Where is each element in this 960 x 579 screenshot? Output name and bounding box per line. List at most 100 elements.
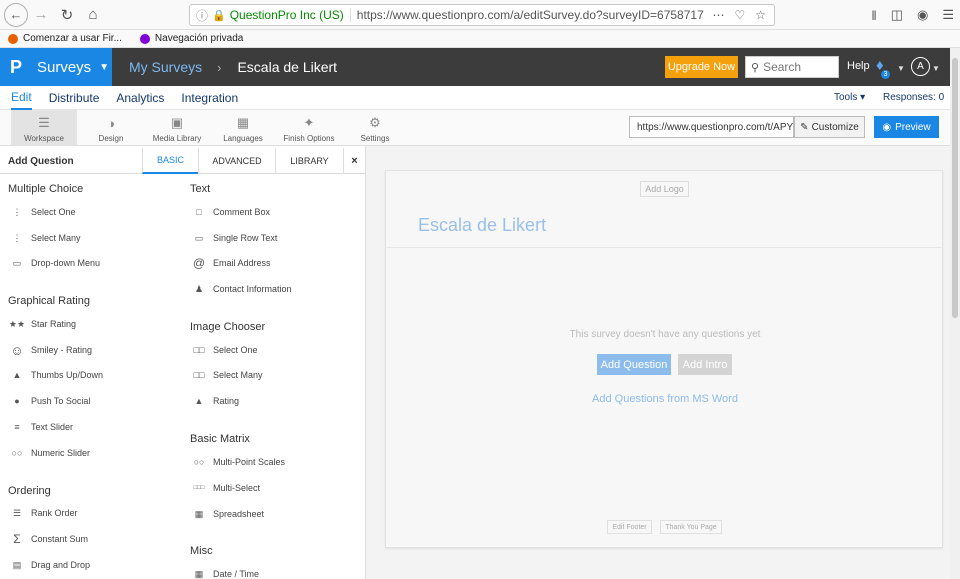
bookmark-firefox[interactable]: Comenzar a usar Fir... <box>8 33 122 44</box>
question-type-email[interactable]: @ Email Address <box>190 256 271 270</box>
question-type-select-many[interactable]: ⋮ Select Many <box>8 231 81 245</box>
upgrade-now-button[interactable]: Upgrade Now <box>665 56 738 78</box>
question-type-image-rating[interactable]: ▲ Rating <box>190 394 239 408</box>
site-identity[interactable]: QuestionPro Inc (US) <box>230 8 351 22</box>
section-multiple-choice: Multiple Choice <box>8 183 84 195</box>
scrollbar-thumb[interactable] <box>952 58 958 318</box>
close-panel-button[interactable]: × <box>343 148 365 174</box>
slider-icon: ≡ <box>14 422 20 432</box>
question-type-text-slider[interactable]: ≡ Text Slider <box>8 420 73 434</box>
tool-finish-options[interactable]: ✦ Finish Options <box>278 110 340 146</box>
rank-order-icon: ☰ <box>12 507 22 518</box>
tab-integration[interactable]: Integration <box>181 86 238 110</box>
add-logo-button[interactable]: Add Logo <box>640 181 689 197</box>
tab-edit[interactable]: Edit <box>11 86 32 110</box>
single-row-icon: ▭ <box>194 232 204 243</box>
tool-settings[interactable]: ⚙ Settings <box>352 110 398 146</box>
edit-footer-button[interactable]: Edit Footer <box>607 520 652 534</box>
tool-media-library[interactable]: ▣ Media Library <box>146 110 208 146</box>
search-icon: ⚲ <box>751 61 760 74</box>
info-icon[interactable]: ⓘ <box>196 7 208 24</box>
tab-analytics[interactable]: Analytics <box>116 86 164 110</box>
tab-advanced[interactable]: ADVANCED <box>198 148 275 174</box>
question-type-rank-order[interactable]: ☰ Rank Order <box>8 506 78 520</box>
question-type-constant-sum[interactable]: Σ Constant Sum <box>8 532 88 546</box>
section-text: Text <box>190 183 211 195</box>
tools-menu[interactable]: Tools ▾ <box>834 92 865 103</box>
tab-basic[interactable]: BASIC <box>142 148 198 174</box>
question-type-contact[interactable]: ♟ Contact Information <box>190 282 292 296</box>
tool-design[interactable]: ◑ Design <box>86 110 136 146</box>
responses-count[interactable]: Responses: 0 <box>883 92 944 103</box>
drag-drop-icon: ▤ <box>12 559 22 570</box>
add-intro-button[interactable]: Add Intro <box>678 354 732 375</box>
editor-toolbar: ☰ Workspace ◑ Design ▣ Media Library ▦ L… <box>0 110 950 146</box>
calendar-icon: ▦ <box>194 568 204 579</box>
image-icon: ▣ <box>170 115 184 130</box>
add-from-ms-word-link[interactable]: Add Questions from MS Word <box>386 393 944 405</box>
wand-icon: ✦ <box>303 115 315 130</box>
url-bar[interactable]: ⓘ 🔒 QuestionPro Inc (US) https://www.que… <box>189 4 775 26</box>
question-type-image-select-one[interactable]: □□ Select One <box>190 343 258 357</box>
divider <box>386 247 944 248</box>
question-type-comment-box[interactable]: □ Comment Box <box>190 205 270 219</box>
firefox-icon <box>8 33 18 44</box>
library-icon[interactable]: ‖ <box>871 8 876 23</box>
question-type-image-select-many[interactable]: □□ Select Many <box>190 368 263 382</box>
dropdown-icon: ▭ <box>12 257 22 268</box>
question-type-spreadsheet[interactable]: ▦ Spreadsheet <box>190 507 264 521</box>
question-type-multi-select[interactable]: □□□ Multi-Select <box>190 481 260 495</box>
add-question-button[interactable]: Add Question <box>597 354 671 375</box>
pocket-icon[interactable]: ♡ <box>734 8 745 22</box>
preview-button[interactable]: ◉ Preview <box>874 116 939 138</box>
forward-icon[interactable]: → <box>28 2 54 28</box>
eye-icon: ◉ <box>882 121 892 133</box>
avatar[interactable]: A <box>911 57 930 76</box>
question-type-dropdown[interactable]: ▭ Drop-down Menu <box>8 256 100 270</box>
image-select-icon: □□ <box>193 345 205 355</box>
panel-title: Add Question <box>8 156 74 167</box>
page-actions-icon[interactable]: ⋯ <box>712 8 724 22</box>
product-switcher[interactable]: P Surveys ▼ <box>0 48 112 86</box>
question-type-single-row[interactable]: ▭ Single Row Text <box>190 231 278 245</box>
bookmark-star-icon[interactable]: ☆ <box>755 8 766 22</box>
radio-icon: ⋮ <box>12 206 22 217</box>
survey-url-field[interactable]: https://www.questionpro.com/t/APY <box>629 116 794 138</box>
thank-you-page-button[interactable]: Thank You Page <box>660 520 722 534</box>
page-scrollbar[interactable] <box>950 48 960 579</box>
search-input[interactable]: ⚲ Search <box>745 56 839 78</box>
help-link[interactable]: Help <box>847 60 870 72</box>
reload-icon[interactable]: ↻ <box>54 2 80 28</box>
customize-button[interactable]: ✎ Customize <box>794 116 865 138</box>
question-type-drag-drop[interactable]: ▤ Drag and Drop <box>8 558 90 572</box>
question-type-select-one[interactable]: ⋮ Select One <box>8 205 76 219</box>
tool-workspace[interactable]: ☰ Workspace <box>11 110 77 146</box>
back-icon[interactable]: ← <box>4 2 28 27</box>
multi-select-icon: □□□ <box>193 485 205 491</box>
pencil-icon: ✎ <box>800 121 809 133</box>
question-type-numeric-slider[interactable]: ○○ Numeric Slider <box>8 446 90 460</box>
question-type-star-rating[interactable]: ★★ Star Rating <box>8 317 76 331</box>
question-type-multi-point[interactable]: ○○ Multi-Point Scales <box>190 455 285 469</box>
chevron-down-icon[interactable]: ▼ <box>897 64 905 73</box>
question-type-date-time[interactable]: ▦ Date / Time <box>190 567 259 579</box>
add-question-panel: Add Question BASIC ADVANCED LIBRARY × Mu… <box>0 146 366 579</box>
bookmark-private[interactable]: Navegación privada <box>139 33 243 44</box>
tab-distribute[interactable]: Distribute <box>49 86 100 110</box>
home-icon[interactable]: ⌂ <box>80 2 106 28</box>
chevron-right-icon: › <box>217 59 222 75</box>
tool-languages[interactable]: ▦ Languages <box>218 110 268 146</box>
sidebar-icon[interactable]: ◫ <box>891 7 903 23</box>
question-type-push-social[interactable]: ● Push To Social <box>8 394 90 408</box>
contact-icon: ♟ <box>194 283 204 294</box>
url-text[interactable]: https://www.questionpro.com/a/editSurvey… <box>357 8 713 22</box>
menu-icon[interactable]: ☰ <box>942 7 954 23</box>
chevron-down-icon[interactable]: ▼ <box>932 64 940 73</box>
survey-title[interactable]: Escala de Likert <box>418 215 546 236</box>
breadcrumb-my-surveys[interactable]: My Surveys <box>129 59 202 75</box>
account-icon[interactable]: ◉ <box>917 7 928 23</box>
tab-library[interactable]: LIBRARY <box>275 148 343 174</box>
image-rating-icon: ▲ <box>194 396 204 406</box>
question-type-thumbs[interactable]: ▲ Thumbs Up/Down <box>8 368 104 382</box>
question-type-smiley[interactable]: ☺ Smiley - Rating <box>8 343 92 358</box>
